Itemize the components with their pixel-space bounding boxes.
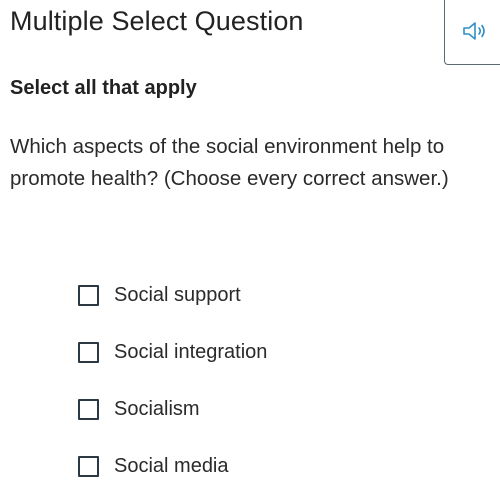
option-label: Social media [114, 454, 229, 477]
option-social-media[interactable]: Social media [78, 451, 229, 481]
option-label: Socialism [114, 397, 200, 420]
checkbox[interactable] [78, 284, 99, 306]
checkbox[interactable] [78, 341, 99, 363]
checkbox[interactable] [78, 398, 99, 420]
option-label: Social integration [114, 340, 268, 363]
option-label: Social support [114, 283, 241, 306]
checkbox[interactable] [78, 455, 99, 477]
speaker-icon [463, 22, 485, 40]
question-prompt: Which aspects of the social environment … [10, 135, 449, 190]
question-instruction: Select all that apply [10, 77, 197, 99]
option-social-support[interactable]: Social support [78, 280, 241, 310]
read-aloud-button[interactable] [444, 0, 500, 65]
option-social-integration[interactable]: Social integration [78, 337, 267, 367]
page-title: Multiple Select Question [10, 6, 304, 36]
option-socialism[interactable]: Socialism [78, 394, 200, 424]
